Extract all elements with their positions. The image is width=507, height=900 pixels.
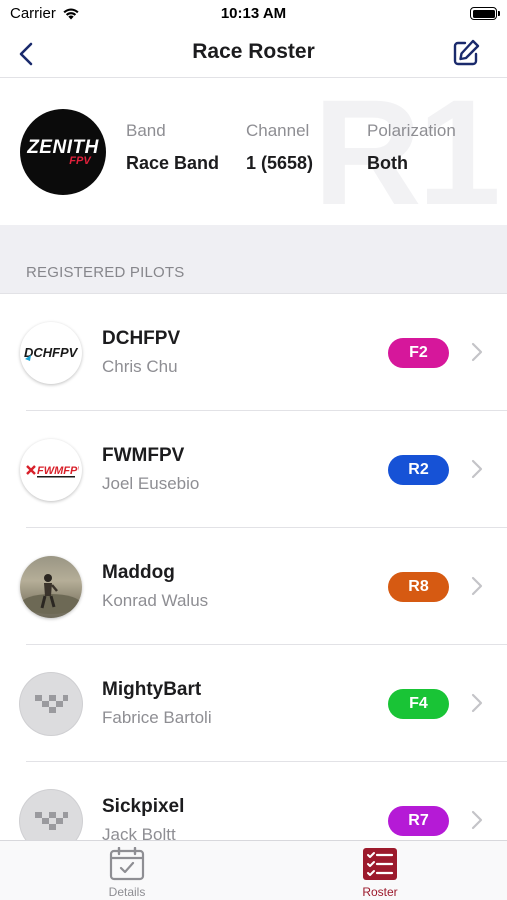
pilot-avatar-photo bbox=[20, 556, 82, 618]
band-value: Race Band bbox=[126, 153, 220, 173]
pilot-avatar-placeholder bbox=[20, 790, 82, 840]
channel-badge: R7 bbox=[388, 806, 449, 836]
pilot-name: Sickpixel bbox=[102, 796, 185, 817]
pilot-row[interactable]: MightyBart Fabrice Bartoli F4 bbox=[0, 645, 507, 762]
pilot-real-name: Jack Boltt bbox=[102, 825, 176, 840]
channel-badge: F2 bbox=[388, 338, 449, 368]
polarization-info: Polarization Both bbox=[367, 121, 456, 174]
pilot-real-name: Fabrice Bartoli bbox=[102, 708, 212, 727]
pilot-list[interactable]: DCH FPV DCHFPV Chris Chu F2 FWMFPV FWMFP… bbox=[0, 294, 507, 840]
dchfpv-logo-icon: DCH FPV bbox=[24, 345, 79, 361]
chevron-right-icon bbox=[471, 810, 483, 830]
race-logo: ZENITH FPV bbox=[20, 109, 106, 195]
tab-roster[interactable]: Roster bbox=[335, 847, 425, 899]
svg-text:FPV: FPV bbox=[52, 345, 79, 360]
pilot-row[interactable]: DCH FPV DCHFPV Chris Chu F2 bbox=[0, 294, 507, 411]
channel-badge: F4 bbox=[388, 689, 449, 719]
pilot-real-name: Konrad Walus bbox=[102, 591, 209, 610]
pilot-real-name: Chris Chu bbox=[102, 357, 178, 376]
navigation-bar: Race Roster bbox=[0, 30, 507, 78]
section-title: REGISTERED PILOTS bbox=[26, 264, 185, 281]
pilot-row[interactable]: Maddog Konrad Walus R8 bbox=[0, 528, 507, 645]
pilot-avatar-placeholder bbox=[20, 673, 82, 735]
edit-button[interactable] bbox=[449, 36, 483, 70]
fwmfpv-logo-icon: FWMFPV bbox=[26, 465, 79, 478]
svg-text:FWMFPV: FWMFPV bbox=[37, 465, 79, 477]
channel-value: 1 (5658) bbox=[246, 153, 314, 173]
tab-details[interactable]: Details bbox=[82, 847, 172, 899]
status-bar: Carrier 10:13 AM bbox=[0, 0, 507, 30]
pilot-avatar: FWMFPV bbox=[20, 439, 82, 501]
pilot-avatar: DCH FPV bbox=[20, 322, 82, 384]
channel-badge: R2 bbox=[388, 455, 449, 485]
person-photo-icon bbox=[21, 574, 81, 614]
tab-roster-label: Roster bbox=[362, 885, 398, 899]
pilot-row[interactable]: FWMFPV FWMFPV Joel Eusebio R2 bbox=[0, 411, 507, 528]
pilot-real-name: Joel Eusebio bbox=[102, 474, 200, 493]
channel-label: Channel bbox=[246, 121, 310, 140]
pilot-name: Maddog bbox=[102, 562, 175, 583]
race-logo-subtext: FPV bbox=[69, 155, 91, 167]
chevron-right-icon bbox=[471, 459, 483, 479]
chevron-right-icon bbox=[471, 576, 483, 596]
tab-bar: Details Roster bbox=[0, 840, 507, 900]
checkered-flag-icon bbox=[35, 812, 68, 830]
polarization-value: Both bbox=[367, 153, 408, 173]
checklist-icon bbox=[363, 848, 397, 880]
band-info: Band Race Band bbox=[126, 121, 219, 174]
section-header: REGISTERED PILOTS bbox=[0, 225, 507, 294]
channel-badge: R8 bbox=[388, 572, 449, 602]
channel-info: Channel 1 (5658) bbox=[246, 121, 313, 174]
chevron-right-icon bbox=[471, 693, 483, 713]
tab-details-label: Details bbox=[108, 885, 146, 899]
pilot-name: FWMFPV bbox=[102, 445, 185, 466]
pilot-name: DCHFPV bbox=[102, 328, 181, 349]
band-label: Band bbox=[126, 121, 166, 140]
battery-icon bbox=[470, 7, 500, 20]
checkered-flag-icon bbox=[35, 695, 68, 713]
race-info-header: R1 ZENITH FPV Band Race Band Channel 1 (… bbox=[0, 79, 507, 225]
status-time: 10:13 AM bbox=[220, 5, 287, 22]
edit-icon bbox=[453, 39, 480, 66]
pilot-row[interactable]: Sickpixel Jack Boltt R7 bbox=[0, 762, 507, 840]
pilot-name: MightyBart bbox=[102, 679, 202, 700]
calendar-check-icon bbox=[109, 847, 145, 881]
page-title: Race Roster bbox=[192, 40, 315, 63]
chevron-right-icon bbox=[471, 342, 483, 362]
polarization-label: Polarization bbox=[367, 121, 456, 140]
